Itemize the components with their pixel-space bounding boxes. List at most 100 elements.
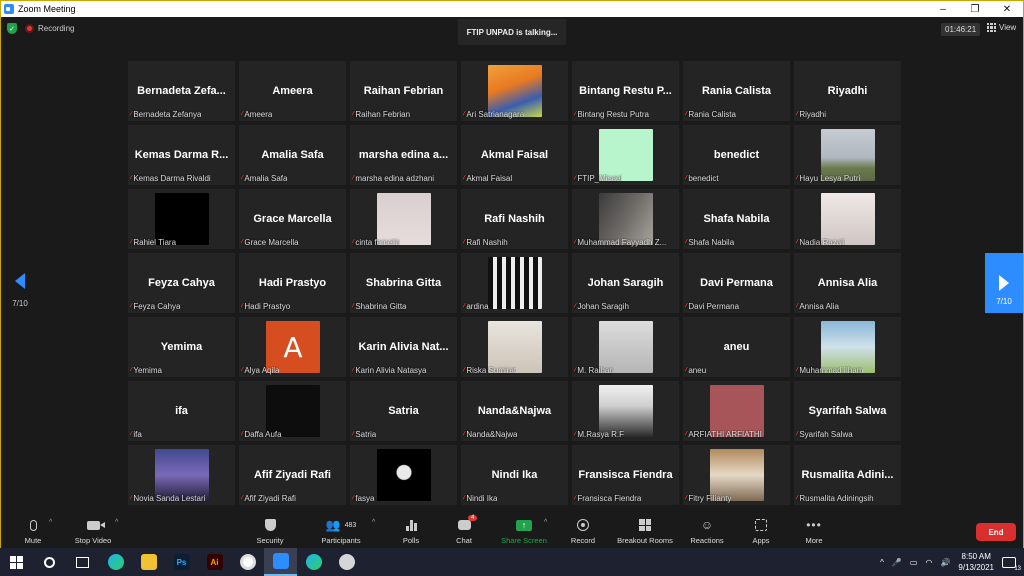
- tray-chevron-icon[interactable]: ^: [880, 558, 884, 567]
- participant-tile[interactable]: Riyadhi ⁄ Riyadhi: [794, 61, 901, 121]
- shield-check-icon[interactable]: ✓: [7, 23, 17, 34]
- chat-button[interactable]: 4 Chat: [432, 515, 496, 545]
- participant-tile[interactable]: benedict ⁄ benedict: [683, 125, 790, 185]
- participant-label-text: Bernadeta Zefanya: [133, 110, 202, 119]
- participant-tile[interactable]: ⁄ ardina: [461, 253, 568, 313]
- task-view-button[interactable]: [66, 548, 99, 576]
- video-options-caret[interactable]: ^: [115, 519, 118, 526]
- participant-tile[interactable]: Kemas Darma R... ⁄ Kemas Darma Rivaldi: [128, 125, 235, 185]
- participant-tile[interactable]: ⁄ M. Raihan: [572, 317, 679, 377]
- participant-tile[interactable]: ⁄ Muhammad Fayyadh Z...: [572, 189, 679, 249]
- audio-options-caret[interactable]: ^: [49, 519, 52, 526]
- participants-button[interactable]: 👥 483 Participants: [309, 517, 373, 545]
- taskbar-chrome[interactable]: [231, 548, 264, 576]
- participant-tile[interactable]: Bernadeta Zefa... ⁄ Bernadeta Zefanya: [128, 61, 235, 121]
- participant-tile[interactable]: Afif Ziyadi Rafi ⁄ Afif Ziyadi Rafi: [239, 445, 346, 505]
- participant-tile[interactable]: Yemima ⁄ Yemima: [128, 317, 235, 377]
- participant-tile[interactable]: Karin Alivia Nat... ⁄ Karin Alivia Natasya: [350, 317, 457, 377]
- next-page-button[interactable]: 7/10: [985, 253, 1023, 313]
- record-button[interactable]: Record: [551, 517, 615, 545]
- taskbar-edge-2[interactable]: [297, 548, 330, 576]
- participant-tile[interactable]: Shafa Nabila ⁄ Shafa Nabila: [683, 189, 790, 249]
- participant-tile[interactable]: marsha edina a... ⁄ marsha edina adzhani: [350, 125, 457, 185]
- participant-tile[interactable]: ⁄ Nadia Razali: [794, 189, 901, 249]
- participant-label-text: Fransisca Fiendra: [577, 494, 642, 503]
- participant-tile[interactable]: ⁄ Hayu Lesya Putri: [794, 125, 901, 185]
- participant-tile[interactable]: ⁄ M.Rasya R.F: [572, 381, 679, 441]
- participant-tile[interactable]: ⁄ fasya: [350, 445, 457, 505]
- participant-tile[interactable]: ⁄ FTIP_Misael: [572, 125, 679, 185]
- participant-tile[interactable]: Raihan Febrian ⁄ Raihan Febrian: [350, 61, 457, 121]
- participant-tile[interactable]: ⁄ Novia Sanda Lestari: [128, 445, 235, 505]
- minimize-button[interactable]: –: [927, 1, 959, 17]
- participant-tile[interactable]: Grace Marcella ⁄ Grace Marcella: [239, 189, 346, 249]
- breakout-rooms-button[interactable]: Breakout Rooms: [613, 517, 677, 545]
- participant-tile[interactable]: Akmal Faisal ⁄ Akmal Faisal: [461, 125, 568, 185]
- participant-tile[interactable]: Satria ⁄ Satria: [350, 381, 457, 441]
- participant-tile[interactable]: ⁄ Fitry Filianty: [683, 445, 790, 505]
- participant-tile[interactable]: ⁄ Muhammad Ilham: [794, 317, 901, 377]
- participant-tile[interactable]: Rania Calista ⁄ Rania Calista: [683, 61, 790, 121]
- view-button[interactable]: View: [987, 23, 1016, 32]
- participant-tile[interactable]: ⁄ Ari Satrianagara: [461, 61, 568, 121]
- recording-indicator[interactable]: Recording: [25, 24, 74, 33]
- participant-tile[interactable]: Ameera ⁄ Ameera: [239, 61, 346, 121]
- participant-tile[interactable]: Bintang Restu P... ⁄ Bintang Restu Putra: [572, 61, 679, 121]
- security-button[interactable]: Security: [238, 517, 302, 545]
- participant-tile[interactable]: Fransisca Fiendra ⁄ Fransisca Fiendra: [572, 445, 679, 505]
- participant-tile[interactable]: ⁄ cinta famella: [350, 189, 457, 249]
- participant-tile[interactable]: ⁄ Daffa Aufa: [239, 381, 346, 441]
- tray-wifi-icon[interactable]: ◠: [925, 558, 932, 567]
- participant-display-name: Rania Calista: [701, 85, 772, 97]
- mic-muted-icon: ⁄: [685, 110, 687, 119]
- participant-tile[interactable]: aneu ⁄ aneu: [683, 317, 790, 377]
- participant-name-label: ⁄ Fransisca Fiendra: [574, 494, 641, 503]
- participant-tile[interactable]: Davi Permana ⁄ Davi Permana: [683, 253, 790, 313]
- participant-tile[interactable]: Nindi Ika ⁄ Nindi Ika: [461, 445, 568, 505]
- taskbar-zoom[interactable]: [264, 548, 297, 576]
- close-button[interactable]: ✕: [991, 1, 1023, 17]
- more-button[interactable]: ••• More: [782, 517, 846, 545]
- participant-tile[interactable]: ⁄ Rahiel Tiara: [128, 189, 235, 249]
- participant-tile[interactable]: A ⁄ Alya Aqila: [239, 317, 346, 377]
- tray-clock[interactable]: 8:50 AM 9/13/2021: [958, 551, 994, 573]
- participants-caret[interactable]: ^: [372, 519, 375, 526]
- end-meeting-button[interactable]: End: [976, 523, 1016, 541]
- notification-icon[interactable]: 13: [1002, 556, 1021, 572]
- zoom-icon: [272, 553, 289, 569]
- participant-tile[interactable]: Johan Saragih ⁄ Johan Saragih: [572, 253, 679, 313]
- mute-button[interactable]: Mute: [1, 517, 65, 545]
- tray-battery-icon[interactable]: ▭: [910, 558, 918, 567]
- participant-name-label: ⁄ Muhammad Fayyadh Z...: [574, 238, 666, 247]
- participant-tile[interactable]: Rusmalita Adini... ⁄ Rusmalita Adiningsih: [794, 445, 901, 505]
- maximize-button[interactable]: ❐: [959, 1, 991, 17]
- taskbar-illustrator[interactable]: Ai: [198, 548, 231, 576]
- participant-tile[interactable]: Annisa Alia ⁄ Annisa Alia: [794, 253, 901, 313]
- mic-muted-icon: ⁄: [241, 366, 243, 375]
- mic-muted-icon: ⁄: [463, 302, 465, 311]
- participant-tile[interactable]: ⁄ ARFIATHI ARFIATHI: [683, 381, 790, 441]
- taskbar-edge[interactable]: [99, 548, 132, 576]
- participant-tile[interactable]: Amalia Safa ⁄ Amalia Safa: [239, 125, 346, 185]
- participant-label-text: ARFIATHI ARFIATHI: [688, 430, 762, 439]
- participant-tile[interactable]: Hadi Prastyo ⁄ Hadi Prastyo: [239, 253, 346, 313]
- taskbar-app[interactable]: [330, 548, 363, 576]
- participant-tile[interactable]: Feyza Cahya ⁄ Feyza Cahya: [128, 253, 235, 313]
- participant-tile[interactable]: Rafi Nashih ⁄ Rafi Nashih: [461, 189, 568, 249]
- taskbar-photoshop[interactable]: Ps: [165, 548, 198, 576]
- share-options-caret[interactable]: ^: [544, 519, 547, 526]
- participant-name-label: ⁄ cinta famella: [352, 238, 400, 247]
- participant-tile[interactable]: ⁄ Riska Sumirat: [461, 317, 568, 377]
- taskbar-explorer[interactable]: [132, 548, 165, 576]
- search-button[interactable]: [33, 548, 66, 576]
- participant-tile[interactable]: ifa ⁄ ifa: [128, 381, 235, 441]
- start-button[interactable]: [0, 548, 33, 576]
- participant-name-label: ⁄ Bintang Restu Putra: [574, 110, 649, 119]
- participant-tile[interactable]: Nanda&Najwa ⁄ Nanda&Najwa: [461, 381, 568, 441]
- participant-tile[interactable]: Shabrina Gitta ⁄ Shabrina Gitta: [350, 253, 457, 313]
- prev-page-button[interactable]: 7/10: [9, 273, 31, 308]
- task-view-icon: [76, 556, 89, 568]
- tray-mic-icon[interactable]: 🎤: [892, 558, 902, 567]
- tray-volume-icon[interactable]: 🔊: [940, 558, 950, 567]
- participant-tile[interactable]: Syarifah Salwa ⁄ Syarifah Salwa: [794, 381, 901, 441]
